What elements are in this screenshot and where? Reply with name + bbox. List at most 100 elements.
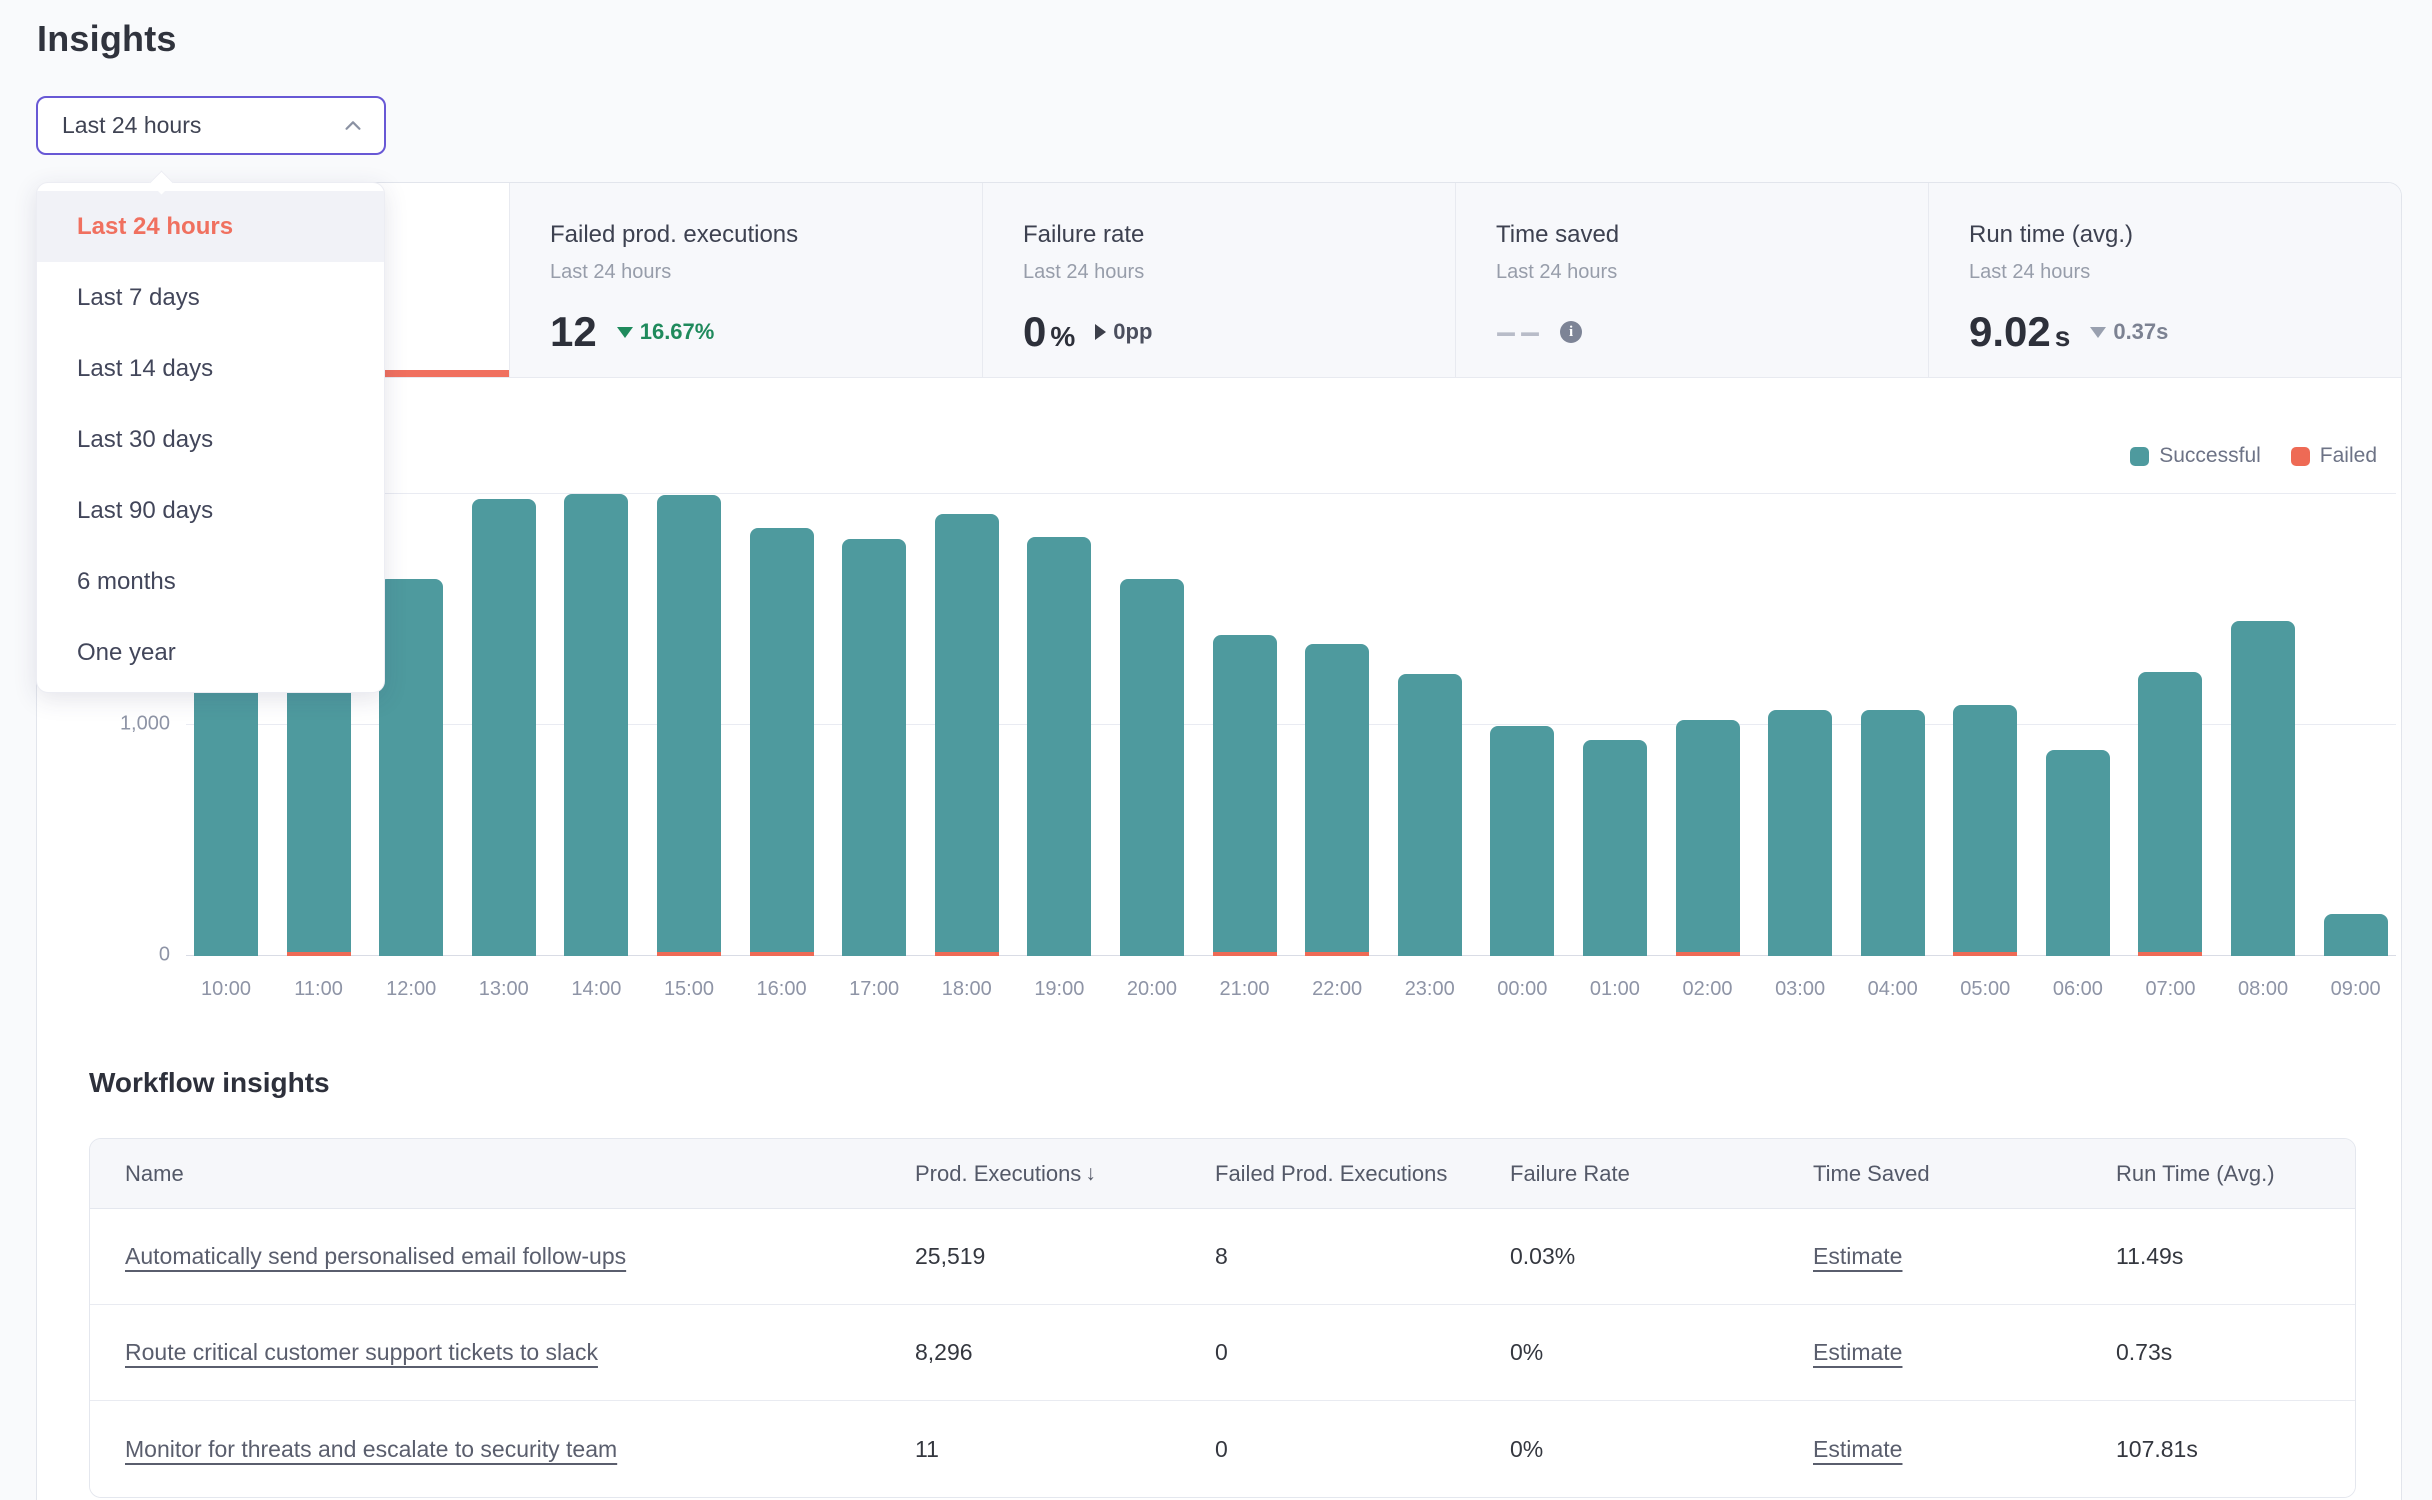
x-axis-label: 09:00 (2324, 978, 2388, 1001)
x-axis-label: 00:00 (1490, 978, 1554, 1001)
column-header-failure-rate[interactable]: Failure Rate (1475, 1139, 1778, 1208)
bar-01:00 (1583, 494, 1647, 956)
time-range-menu: Last 24 hoursLast 7 daysLast 14 daysLast… (36, 182, 385, 693)
menu-item-last-30-days[interactable]: Last 30 days (37, 404, 384, 475)
bar-06:00 (2046, 494, 2110, 956)
menu-item-last-90-days[interactable]: Last 90 days (37, 475, 384, 546)
tab-subtitle: Last 24 hours (550, 261, 982, 284)
bar-successful-segment (1953, 705, 2017, 956)
x-axis-label: 12:00 (379, 978, 443, 1001)
legend-swatch (2291, 447, 2310, 466)
tab-subtitle: Last 24 hours (1496, 261, 1928, 284)
bar-successful-segment (1213, 635, 1277, 956)
time-range-value: Last 24 hours (62, 112, 201, 139)
tab-run-time[interactable]: Run time (avg.) Last 24 hours 9.02 s 0.3… (1929, 183, 2401, 377)
bar-20:00 (1120, 494, 1184, 956)
menu-item-one-year[interactable]: One year (37, 617, 384, 688)
x-axis-label: 17:00 (842, 978, 906, 1001)
bar-successful-segment (750, 528, 814, 957)
bar-15:00 (657, 494, 721, 956)
time-saved-estimate-link[interactable]: Estimate (1813, 1339, 1902, 1366)
y-axis-label: 0 (159, 944, 170, 967)
menu-item-last-14-days[interactable]: Last 14 days (37, 333, 384, 404)
metric-tabs: Prod. executions Last 24 hours Failed pr… (37, 183, 2401, 378)
column-header-failed-prod-executions[interactable]: Failed Prod. Executions (1180, 1139, 1475, 1208)
bar-successful-segment (2324, 914, 2388, 956)
menu-item-last-24-hours[interactable]: Last 24 hours (37, 191, 384, 262)
menu-item-last-7-days[interactable]: Last 7 days (37, 262, 384, 333)
column-header-name[interactable]: Name (90, 1139, 880, 1208)
bar-07:00 (2138, 494, 2202, 956)
x-axis-label: 14:00 (564, 978, 628, 1001)
workflow-name-link[interactable]: Automatically send personalised email fo… (125, 1243, 626, 1270)
run-time-value: 107.81s (2116, 1436, 2198, 1463)
x-axis-label: 13:00 (472, 978, 536, 1001)
run-time-value: 0.73s (2116, 1339, 2172, 1366)
bar-12:00 (379, 494, 443, 956)
menu-item-6-months[interactable]: 6 months (37, 546, 384, 617)
bar-successful-segment (657, 495, 721, 956)
x-axis-label: 10:00 (194, 978, 258, 1001)
bar-successful-segment (1861, 710, 1925, 956)
prod-executions-value: 11 (915, 1436, 939, 1463)
x-axis-label: 20:00 (1120, 978, 1184, 1001)
x-axis-label: 23:00 (1398, 978, 1462, 1001)
bar-14:00 (564, 494, 628, 956)
workflow-name-link[interactable]: Route critical customer support tickets … (125, 1339, 598, 1366)
column-header-label: Failed Prod. Executions (1215, 1161, 1447, 1187)
workflow-name-link[interactable]: Monitor for threats and escalate to secu… (125, 1436, 617, 1463)
time-saved-estimate-link[interactable]: Estimate (1813, 1436, 1902, 1463)
column-header-time-saved[interactable]: Time Saved (1778, 1139, 2081, 1208)
time-range-dropdown[interactable]: Last 24 hours (36, 96, 386, 155)
bar-successful-segment (1768, 710, 1832, 956)
sort-desc-icon: ↓ (1085, 1162, 1096, 1186)
table-row: Automatically send personalised email fo… (90, 1209, 2355, 1305)
x-axis-label: 06:00 (2046, 978, 2110, 1001)
time-saved-estimate-link[interactable]: Estimate (1813, 1243, 1902, 1270)
tab-subtitle: Last 24 hours (1969, 261, 2401, 284)
bar-failed-segment (1953, 952, 2017, 956)
bar-successful-segment (379, 579, 443, 956)
bar-successful-segment (564, 494, 628, 956)
tab-title: Run time (avg.) (1969, 221, 2401, 249)
tab-value-suffix: % (1050, 321, 1075, 353)
tab-time-saved[interactable]: Time saved Last 24 hours –– i (1456, 183, 1929, 377)
column-header-label: Prod. Executions (915, 1161, 1081, 1187)
executions-bar-chart: SuccessfulFailed 2,0001,0000 10:0011:001… (37, 378, 2401, 1078)
tab-title: Failed prod. executions (550, 221, 982, 249)
bar-16:00 (750, 494, 814, 956)
bar-successful-segment (2138, 672, 2202, 956)
legend-label: Failed (2320, 444, 2377, 468)
x-axis-label: 01:00 (1583, 978, 1647, 1001)
failure-rate-value: 0.03% (1510, 1243, 1575, 1270)
x-axis-label: 11:00 (287, 978, 351, 1001)
workflow-insights-heading: Workflow insights (89, 1067, 330, 1099)
bar-17:00 (842, 494, 906, 956)
x-axis-label: 18:00 (935, 978, 999, 1001)
legend-item-successful[interactable]: Successful (2130, 444, 2261, 468)
bar-successful-segment (1120, 579, 1184, 956)
tab-failure-rate[interactable]: Failure rate Last 24 hours 0 % 0pp (983, 183, 1456, 377)
x-axis-label: 04:00 (1861, 978, 1925, 1001)
bar-23:00 (1398, 494, 1462, 956)
failed-prod-executions-value: 0 (1215, 1436, 1228, 1463)
column-header-prod-executions[interactable]: Prod. Executions↓ (880, 1139, 1180, 1208)
failure-rate-value: 0% (1510, 1339, 1543, 1366)
tab-value: 12 (550, 308, 597, 356)
info-icon[interactable]: i (1560, 321, 1582, 343)
tab-value: 0 (1023, 308, 1046, 356)
bar-05:00 (1953, 494, 2017, 956)
bar-failed-segment (287, 952, 351, 956)
legend-item-failed[interactable]: Failed (2291, 444, 2377, 468)
table-header-row: Name Prod. Executions↓ Failed Prod. Execut… (90, 1139, 2355, 1209)
column-header-label: Name (125, 1161, 184, 1187)
bar-successful-segment (842, 539, 906, 956)
tab-value: –– (1496, 311, 1544, 353)
bar-09:00 (2324, 494, 2388, 956)
column-header-run-time-avg-[interactable]: Run Time (Avg.) (2081, 1139, 2355, 1208)
tab-subtitle: Last 24 hours (1023, 261, 1455, 284)
table-row: Route critical customer support tickets … (90, 1305, 2355, 1401)
bar-successful-segment (2231, 621, 2295, 956)
tab-failed-prod-executions[interactable]: Failed prod. executions Last 24 hours 12… (510, 183, 983, 377)
column-header-label: Time Saved (1813, 1161, 1930, 1187)
